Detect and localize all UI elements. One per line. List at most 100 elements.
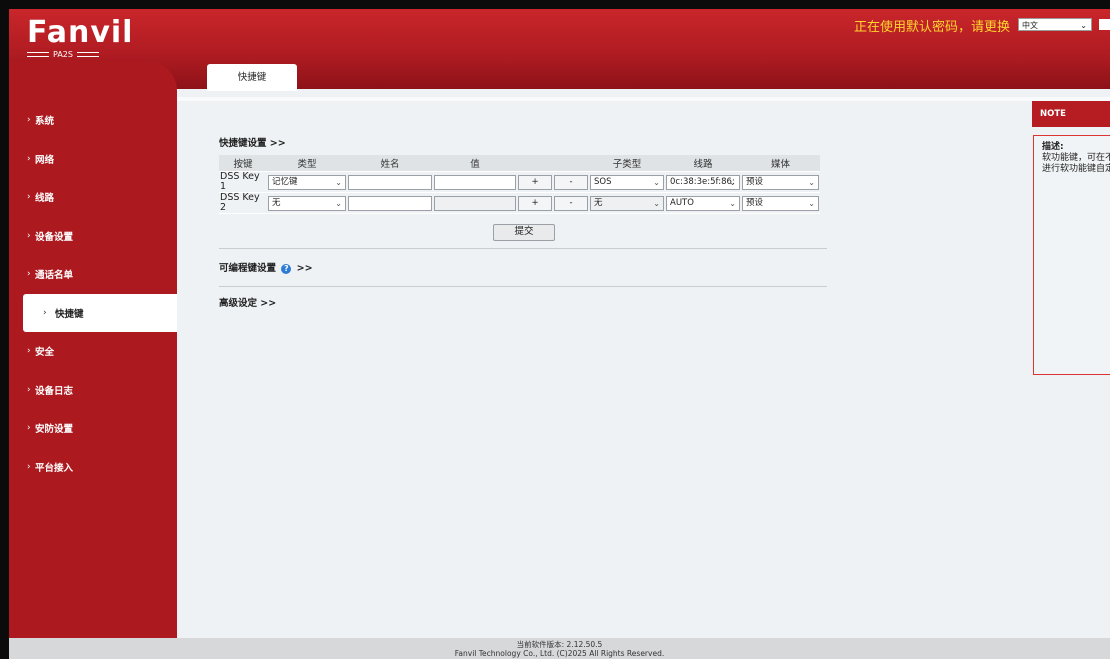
sidebar-item-security[interactable]: › 安全: [9, 332, 177, 371]
note-text-line1: 软功能键，可在不: [1042, 153, 1110, 163]
name-input[interactable]: [348, 174, 432, 190]
type-select[interactable]: 无 ⌄: [268, 195, 346, 211]
software-version: 当前软件版本: 2.12.50.5: [516, 640, 603, 649]
type-select[interactable]: 记忆键 ⌄: [268, 174, 346, 190]
chevron-down-icon: ⌄: [729, 177, 736, 187]
chevron-right-icon: ›: [43, 307, 47, 318]
tab-bar: 快捷键: [177, 61, 1110, 99]
chevron-right-icon: ›: [27, 461, 31, 472]
sidebar-item-label: 快捷键: [55, 308, 84, 320]
chevron-down-icon: ⌄: [1080, 21, 1087, 30]
sidebar-item-function-keys[interactable]: › 快捷键: [23, 293, 177, 332]
key-name: DSS Key 1: [219, 171, 267, 193]
copyright: Fanvil Technology Co., Ltd. (C)2025 All …: [454, 649, 665, 658]
column-header-type: 类型: [267, 155, 347, 172]
chevron-right-icon: ›: [27, 230, 31, 241]
column-header-actions: [517, 155, 589, 172]
subtype-value: SOS: [594, 176, 612, 187]
sidebar-item-security-settings[interactable]: › 安防设置: [9, 409, 177, 448]
note-label: 描述:: [1042, 142, 1064, 152]
subtype-select[interactable]: 无 ⌄: [590, 195, 664, 211]
chevron-down-icon: ⌄: [729, 198, 736, 208]
chevron-right-icon: ›: [27, 192, 31, 203]
key-name: DSS Key 2: [219, 192, 267, 214]
content-top-strip: [177, 97, 1110, 101]
media-select[interactable]: 预设 ⌄: [742, 174, 819, 190]
chevron-down-icon: ⌄: [653, 198, 660, 208]
value-input[interactable]: [434, 174, 516, 190]
default-password-warning[interactable]: 正在使用默认密码，请更换: [854, 16, 1010, 35]
divider: [219, 248, 827, 249]
model-label: PA2S: [27, 50, 137, 59]
line-value: AUTO: [670, 197, 694, 208]
sidebar-item-line[interactable]: › 线路: [9, 178, 177, 217]
sidebar-item-device-log[interactable]: › 设备日志: [9, 371, 177, 410]
subtype-value: 无: [594, 197, 603, 208]
sidebar-item-label: 设备设置: [35, 231, 74, 243]
tab-function-keys[interactable]: 快捷键: [207, 64, 297, 91]
language-select[interactable]: 中文 ⌄: [1018, 18, 1092, 31]
type-value: 无: [272, 197, 281, 208]
chevron-down-icon: ⌄: [335, 198, 342, 208]
sidebar-item-label: 网络: [35, 154, 55, 166]
column-header-subtype: 子类型: [589, 155, 665, 172]
add-button[interactable]: +: [518, 174, 552, 190]
chevron-right-icon: ›: [27, 384, 31, 395]
sidebar-item-label: 平台接入: [35, 462, 74, 474]
sidebar-item-label: 安全: [35, 347, 55, 359]
note-panel: 描述: 软功能键，可在不 进行软功能键自定: [1033, 135, 1110, 375]
sidebar-item-label: 线路: [35, 193, 55, 205]
section-title-advanced[interactable]: 高级设定 >>: [219, 295, 829, 309]
section-title-programmable-keys[interactable]: 可编程键设置 ? >>: [219, 260, 829, 274]
fanvil-logo: Fanvil PA2S: [27, 17, 137, 65]
logo-wordmark: Fanvil: [27, 15, 134, 50]
programmable-title-text: 可编程键设置: [219, 263, 277, 274]
media-value: 预设: [746, 197, 764, 208]
column-header-media: 媒体: [741, 155, 820, 172]
type-value: 记忆键: [272, 176, 298, 187]
model-name: PA2S: [53, 50, 73, 59]
chevron-down-icon: ⌄: [808, 177, 815, 187]
chevron-right-icon: ›: [27, 115, 31, 126]
chevron-down-icon: ⌄: [808, 198, 815, 208]
dss-key-table: 按键 类型 姓名 值 子类型 线路 媒体 DSS Key 1 记忆键 ⌄ + -…: [219, 155, 820, 214]
main-content: 快捷键设置 >> 按键 类型 姓名 值 子类型 线路 媒体 DSS Key 1 …: [219, 135, 829, 309]
sidebar-item-device-settings[interactable]: › 设备设置: [9, 217, 177, 256]
line-select[interactable]: 0c:38:3e:5f:86: ⌄: [666, 174, 740, 190]
sidebar-item-label: 通话名单: [35, 270, 74, 282]
submit-row: 提交: [219, 224, 829, 241]
line-select[interactable]: AUTO ⌄: [666, 195, 740, 211]
sidebar-item-label: 系统: [35, 116, 55, 128]
column-header-key: 按键: [219, 155, 267, 172]
submit-button[interactable]: 提交: [493, 224, 555, 241]
chevron-right-icon: ›: [27, 423, 31, 434]
table-row: DSS Key 1 记忆键 ⌄ + - SOS ⌄ 0c:38:3e:5f:86: ⌄…: [219, 171, 820, 193]
sidebar-item-platform-access[interactable]: › 平台接入: [9, 448, 177, 487]
help-icon[interactable]: ?: [281, 263, 292, 274]
sidebar-item-label: 设备日志: [35, 385, 74, 397]
sidebar-item-label: 安防设置: [35, 424, 74, 436]
sidebar-item-system[interactable]: › 系统: [9, 101, 177, 140]
sidebar-item-network[interactable]: › 网络: [9, 140, 177, 179]
remove-button[interactable]: -: [554, 195, 588, 211]
logout-icon[interactable]: [1099, 19, 1110, 30]
remove-button[interactable]: -: [554, 174, 588, 190]
media-value: 预设: [746, 176, 764, 187]
section-title-function-keys[interactable]: 快捷键设置 >>: [219, 135, 829, 149]
column-header-value: 值: [433, 155, 517, 172]
add-button[interactable]: +: [518, 195, 552, 211]
table-header-row: 按键 类型 姓名 值 子类型 线路 媒体: [219, 155, 820, 172]
programmable-expand-arrows: >>: [296, 263, 313, 274]
chevron-down-icon: ⌄: [653, 177, 660, 187]
divider: [219, 286, 827, 287]
footer: 当前软件版本: 2.12.50.5 Fanvil Technology Co.,…: [9, 638, 1110, 659]
subtype-select[interactable]: SOS ⌄: [590, 174, 664, 190]
media-select[interactable]: 预设 ⌄: [742, 195, 819, 211]
table-row: DSS Key 2 无 ⌄ + - 无 ⌄ AUTO ⌄ 预设 ⌄: [219, 192, 820, 214]
note-header: NOTE: [1032, 101, 1110, 127]
column-header-line: 线路: [665, 155, 741, 172]
value-input[interactable]: [434, 195, 516, 211]
column-header-name: 姓名: [347, 155, 433, 172]
sidebar-item-call-list[interactable]: › 通话名单: [9, 255, 177, 294]
name-input[interactable]: [348, 195, 432, 211]
